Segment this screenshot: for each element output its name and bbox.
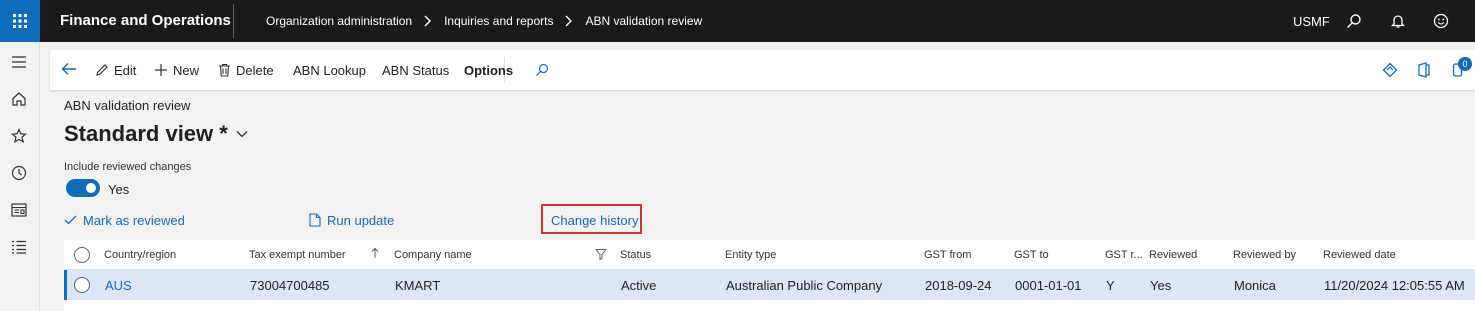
toggle-value: Yes [108,182,130,197]
new-button[interactable]: New [154,50,199,90]
cell-country[interactable]: AUS [105,278,132,293]
breadcrumb-item-organization-administration[interactable]: Organization administration [266,14,412,28]
column-header-gst-from[interactable]: GST from [924,249,971,261]
list-icon[interactable] [9,237,29,257]
office-icon[interactable] [1417,50,1431,90]
app-title[interactable]: Finance and Operations [60,12,231,29]
checkmark-icon [64,215,77,225]
column-header-reviewed-date[interactable]: Reviewed date [1323,249,1396,261]
page-caption: ABN validation review [64,98,191,113]
trash-icon [218,63,231,77]
workspace-icon[interactable] [9,200,29,220]
chevron-down-icon [236,130,248,138]
action-pane: Edit New Delete ABN Lookup ABN Status Op… [50,50,1475,90]
plus-icon [154,63,168,77]
chevron-right-icon [424,15,432,27]
back-button[interactable] [61,50,77,90]
run-update-button[interactable]: Run update [309,211,394,229]
run-update-label: Run update [327,212,395,228]
clock-icon[interactable] [9,163,29,183]
cell-entity-type: Australian Public Company [726,278,883,293]
edit-button-label: Edit [114,62,137,78]
mark-as-reviewed-button[interactable]: Mark as reviewed [64,211,185,229]
toggle-label: Include reviewed changes [64,161,192,173]
grid-header: Country/region Tax exempt number Company… [64,240,1475,270]
highlight-box [541,204,642,234]
company-picker[interactable]: USMF [1293,14,1330,29]
attachments-count-badge: 0 [1458,57,1472,71]
hamburger-icon[interactable] [9,52,29,72]
cell-gst-to: 0001-01-01 [1015,278,1082,293]
search-icon[interactable] [1344,11,1364,31]
pencil-icon [95,63,109,77]
cell-reviewed-date: 11/20/2024 12:05:55 AM [1324,278,1465,293]
edit-button[interactable]: Edit [95,50,136,90]
breadcrumb: Organization administration Inquiries an… [266,14,702,28]
back-arrow-icon [61,62,77,79]
include-reviewed-toggle[interactable] [66,179,100,197]
column-header-reviewed[interactable]: Reviewed [1149,249,1197,261]
options-tab[interactable]: Options [464,50,513,90]
waffle-icon[interactable] [0,0,40,42]
breadcrumb-item-inquiries-and-reports[interactable]: Inquiries and reports [444,14,553,28]
column-header-gst-to[interactable]: GST to [1014,249,1049,261]
cell-status: Active [621,278,657,293]
search-icon[interactable] [535,50,549,90]
toggle-knob [86,183,96,193]
power-apps-icon[interactable] [1382,50,1398,90]
star-icon[interactable] [9,126,29,146]
filter-icon[interactable] [594,248,608,263]
cell-tax-exempt-number: 73004700485 [250,278,330,293]
delete-button[interactable]: Delete [218,50,274,90]
column-header-entity-type[interactable]: Entity type [725,249,776,261]
top-bar: Finance and Operations Organization admi… [0,0,1475,42]
data-grid: Country/region Tax exempt number Company… [64,240,1475,311]
column-header-country[interactable]: Country/region [104,249,176,261]
delete-button-label: Delete [236,62,274,78]
column-header-reviewed-by[interactable]: Reviewed by [1233,249,1296,261]
cell-company-name: KMART [395,278,441,293]
sort-arrow-up-icon [371,247,379,262]
cell-reviewed-by: Monica [1234,278,1276,293]
select-all-radio[interactable] [74,247,90,263]
column-header-company-name[interactable]: Company name [394,249,472,261]
new-button-label: New [173,62,200,78]
abn-lookup-button[interactable]: ABN Lookup [293,50,366,90]
column-header-gst-r[interactable]: GST r... [1105,249,1143,261]
abn-status-button[interactable]: ABN Status [382,50,449,90]
row-select-radio[interactable] [74,277,90,293]
smiley-icon[interactable] [1431,11,1451,31]
document-refresh-icon [309,213,321,227]
view-selector[interactable]: Standard view * [64,121,248,147]
chevron-right-icon [565,15,573,27]
column-header-status[interactable]: Status [620,249,651,261]
view-title: Standard view * [64,121,228,146]
breadcrumb-item-abn-validation-review[interactable]: ABN validation review [585,14,702,28]
cell-gst-from: 2018-09-24 [925,278,992,293]
home-icon[interactable] [9,89,29,109]
mark-as-reviewed-label: Mark as reviewed [83,212,185,228]
bell-icon[interactable] [1388,11,1408,31]
topbar-divider [233,4,234,38]
left-navigation [0,42,40,311]
cell-gst-r: Y [1106,278,1115,293]
cell-reviewed: Yes [1150,278,1172,293]
column-header-tax-exempt-number[interactable]: Tax exempt number [249,249,346,261]
table-row[interactable]: AUS 73004700485 KMART Active Australian … [64,270,1475,300]
